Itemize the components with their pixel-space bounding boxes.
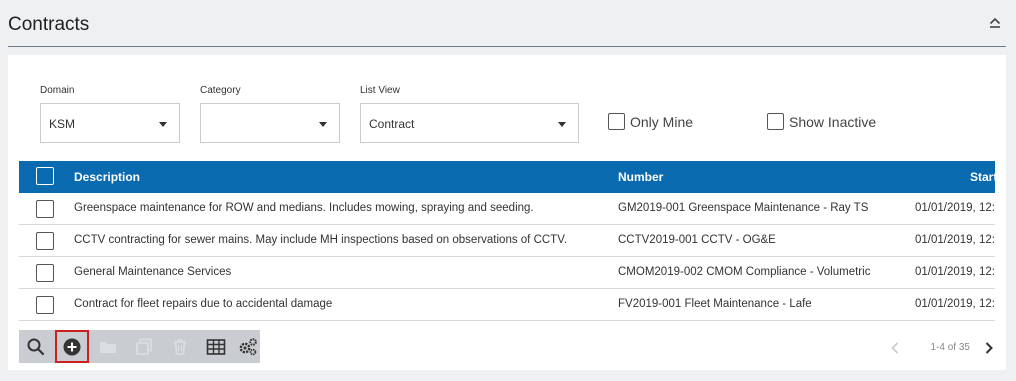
table-header: Description Number Start xyxy=(19,161,995,193)
table-icon xyxy=(206,338,226,355)
show-inactive-label: Show Inactive xyxy=(789,114,877,130)
cell-start: 01/01/2019, 12:00 AM xyxy=(915,202,995,214)
cell-description: General Maintenance Services xyxy=(74,266,232,278)
search-button[interactable] xyxy=(19,330,53,363)
list-view-label: List View xyxy=(360,85,400,96)
table-row[interactable]: Greenspace maintenance for ROW and media… xyxy=(19,193,995,225)
show-inactive-box[interactable] xyxy=(767,113,784,130)
domain-label: Domain xyxy=(40,85,75,96)
chevron-right-icon[interactable] xyxy=(982,340,996,356)
cell-description: Greenspace maintenance for ROW and media… xyxy=(74,202,534,214)
pagination: 1-4 of 35 xyxy=(886,340,996,356)
pagination-range: 1-4 of 35 xyxy=(930,342,970,353)
search-icon xyxy=(27,338,45,355)
cell-start: 01/01/2019, 12:00 AM xyxy=(915,266,995,278)
caret-down-icon xyxy=(558,122,566,127)
cell-start: 01/01/2019, 12:00 AM xyxy=(915,234,995,246)
delete-button[interactable] xyxy=(163,330,197,363)
column-header-start[interactable]: Start xyxy=(970,170,995,184)
chevron-up-icon[interactable] xyxy=(986,14,1004,32)
copy-button[interactable] xyxy=(127,330,161,363)
row-checkbox[interactable] xyxy=(36,232,54,250)
cell-number: GM2019-001 Greenspace Maintenance - Ray … xyxy=(618,202,869,214)
cell-number: FV2019-001 Fleet Maintenance - Lafe xyxy=(618,298,812,310)
list-view-select-value: Contract xyxy=(369,117,415,131)
select-all-checkbox[interactable] xyxy=(36,167,54,185)
caret-down-icon xyxy=(159,122,167,127)
row-checkbox[interactable] xyxy=(36,264,54,282)
contracts-table: Description Number Start Greenspace main… xyxy=(19,161,995,321)
header-divider xyxy=(8,46,1006,47)
domain-select[interactable]: KSM xyxy=(40,103,180,143)
row-checkbox[interactable] xyxy=(36,200,54,218)
cell-description: Contract for fleet repairs due to accide… xyxy=(74,298,333,310)
caret-down-icon xyxy=(319,122,327,127)
add-button[interactable] xyxy=(55,330,89,363)
cell-description: CCTV contracting for sewer mains. May in… xyxy=(74,234,568,246)
only-mine-box[interactable] xyxy=(608,113,625,130)
open-folder-button[interactable] xyxy=(91,330,125,363)
column-header-description[interactable]: Description xyxy=(74,170,140,184)
table-row[interactable]: CCTV contracting for sewer mains. May in… xyxy=(19,225,995,257)
table-view-button[interactable] xyxy=(199,330,233,363)
table-row[interactable]: Contract for fleet repairs due to accide… xyxy=(19,289,995,321)
cell-number: CMOM2019-002 CMOM Compliance - Volumetri… xyxy=(618,266,871,278)
table-toolbar xyxy=(19,330,260,363)
copy-icon xyxy=(136,338,152,355)
domain-select-value: KSM xyxy=(49,117,76,131)
category-select[interactable] xyxy=(200,103,340,143)
cell-start: 01/01/2019, 12:00 AM xyxy=(915,298,995,310)
add-circle-icon xyxy=(63,338,81,355)
column-header-number[interactable]: Number xyxy=(618,170,663,184)
cell-number: CCTV2019-001 CCTV - OG&E xyxy=(618,234,776,246)
page-header: Contracts xyxy=(0,0,1016,48)
gears-icon xyxy=(239,337,257,355)
list-view-select[interactable]: Contract xyxy=(360,103,579,143)
folder-icon xyxy=(100,341,116,353)
category-label: Category xyxy=(200,85,241,96)
only-mine-label: Only Mine xyxy=(630,114,694,130)
chevron-left-icon[interactable] xyxy=(888,340,902,356)
contracts-panel: Domain KSM Category List View Contract O… xyxy=(8,55,1006,370)
settings-button[interactable] xyxy=(231,330,265,363)
table-row[interactable]: General Maintenance Services CMOM2019-00… xyxy=(19,257,995,289)
page-title: Contracts xyxy=(8,14,90,35)
trash-icon xyxy=(174,338,186,355)
row-checkbox[interactable] xyxy=(36,296,54,314)
